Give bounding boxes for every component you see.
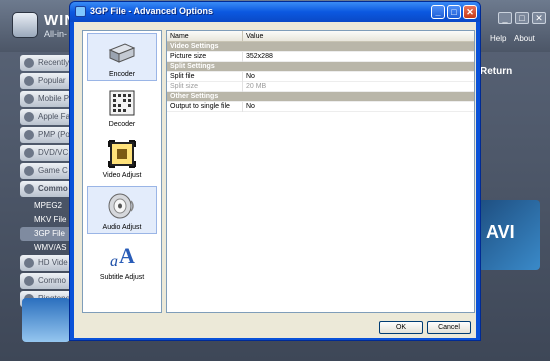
property-name: Picture size [170, 53, 207, 60]
svg-text:a: a [110, 253, 118, 270]
dialog-client-area: Encoder Decoder Video Adjust Audio Adjus… [74, 22, 476, 338]
disc-icon [24, 148, 34, 158]
category-label: Decoder [108, 121, 136, 128]
svg-text:A: A [119, 243, 135, 268]
category-encoder[interactable]: Encoder [87, 33, 157, 81]
grid-section-other-settings[interactable]: Other Settings [167, 92, 474, 102]
grid-row-split-size: Split size 20 MB [167, 82, 474, 92]
app-close-icon[interactable]: ✕ [532, 12, 546, 24]
sidebar-item-apple[interactable]: Apple Fa [20, 109, 72, 125]
minimize-button[interactable]: _ [431, 5, 445, 19]
category-label: Subtitle Adjust [99, 274, 145, 281]
property-grid: Name Value Video Settings Picture size 3… [166, 30, 475, 313]
maximize-button[interactable]: □ [447, 5, 461, 19]
dialog-titlebar[interactable]: 3GP File - Advanced Options _ □ ✕ [70, 2, 480, 22]
menu-about[interactable]: About [514, 34, 535, 43]
ok-button[interactable]: OK [379, 321, 423, 334]
sidebar-item-popular[interactable]: Popular [20, 73, 72, 89]
music-icon [24, 276, 34, 286]
app-minimize-icon[interactable]: _ [498, 12, 512, 24]
sidebar-sub-wmv[interactable]: WMV/AS [20, 241, 72, 255]
sidebar-item-game[interactable]: Game C [20, 163, 72, 179]
category-label: Encoder [108, 71, 136, 78]
column-header-name[interactable]: Name [170, 33, 189, 40]
property-name: Split size [170, 83, 199, 90]
grid-section-video-settings[interactable]: Video Settings [167, 42, 474, 52]
menu-help[interactable]: Help [490, 34, 506, 43]
grid-section-split-settings[interactable]: Split Settings [167, 62, 474, 72]
return-button[interactable]: Return [480, 66, 512, 77]
property-value: 20 MB [246, 83, 267, 90]
app-icon [75, 6, 86, 17]
column-separator[interactable] [242, 31, 243, 42]
grid-row-picture-size[interactable]: Picture size 352x288 [167, 52, 474, 62]
sidebar-item-dvd[interactable]: DVD/VC [20, 145, 72, 161]
column-header-value[interactable]: Value [246, 33, 263, 40]
category-list: Encoder Decoder Video Adjust Audio Adjus… [82, 30, 162, 313]
category-label: Audio Adjust [102, 224, 142, 231]
sidebar-item-pmp[interactable]: PMP (Po [20, 127, 72, 143]
category-decoder[interactable]: Decoder [87, 84, 157, 132]
decoder-icon [109, 90, 135, 116]
category-subtitle-adjust[interactable]: a A Subtitle Adjust [87, 237, 157, 285]
format-preview-panel: AVI [478, 200, 540, 270]
promo-image [22, 298, 70, 342]
sidebar-item-recently[interactable]: Recently [20, 55, 72, 71]
format-preview-label: AVI [486, 222, 515, 242]
grid-row-output-single-file[interactable]: Output to single file No [167, 102, 474, 112]
sidebar-sub-3gp[interactable]: 3GP File [20, 227, 72, 241]
player-icon [24, 130, 34, 140]
advanced-options-dialog: 3GP File - Advanced Options _ □ ✕ Encode… [69, 1, 481, 341]
app-restore-icon[interactable]: □ [515, 12, 529, 24]
phone-icon [24, 94, 34, 104]
subtitle-adjust-icon: a A [110, 243, 135, 270]
sidebar-item-common-audio[interactable]: Commo [20, 273, 72, 289]
property-value[interactable]: No [246, 103, 255, 110]
sidebar-sub-mkv[interactable]: MKV File [20, 213, 72, 227]
dialog-title: 3GP File - Advanced Options [90, 6, 214, 16]
film-icon [24, 184, 34, 194]
sidebar-item-common[interactable]: Commo [20, 181, 72, 197]
category-label: Video Adjust [102, 172, 142, 179]
sidebar-item-mobile[interactable]: Mobile P [20, 91, 72, 107]
app-subtitle: All-in- [44, 29, 68, 39]
hd-icon [24, 258, 34, 268]
close-button[interactable]: ✕ [463, 5, 477, 19]
property-value[interactable]: 352x288 [246, 53, 273, 60]
app-logo-icon [12, 12, 38, 38]
clock-icon [24, 58, 34, 68]
video-adjust-icon [108, 140, 136, 168]
star-icon [24, 76, 34, 86]
category-video-adjust[interactable]: Video Adjust [87, 135, 157, 183]
grid-header: Name Value [167, 31, 474, 42]
grid-row-split-file[interactable]: Split file No [167, 72, 474, 82]
encoder-icon [108, 43, 136, 63]
property-name: Split file [170, 73, 195, 80]
audio-adjust-icon [108, 193, 134, 219]
sidebar-sub-mpeg2[interactable]: MPEG2 [20, 199, 72, 213]
apple-icon [24, 112, 34, 122]
category-audio-adjust[interactable]: Audio Adjust [87, 186, 157, 234]
cancel-button[interactable]: Cancel [427, 321, 471, 334]
sidebar-item-hd-video[interactable]: HD Vide [20, 255, 72, 271]
property-name: Output to single file [170, 103, 230, 110]
gamepad-icon [24, 166, 34, 176]
property-value[interactable]: No [246, 73, 255, 80]
